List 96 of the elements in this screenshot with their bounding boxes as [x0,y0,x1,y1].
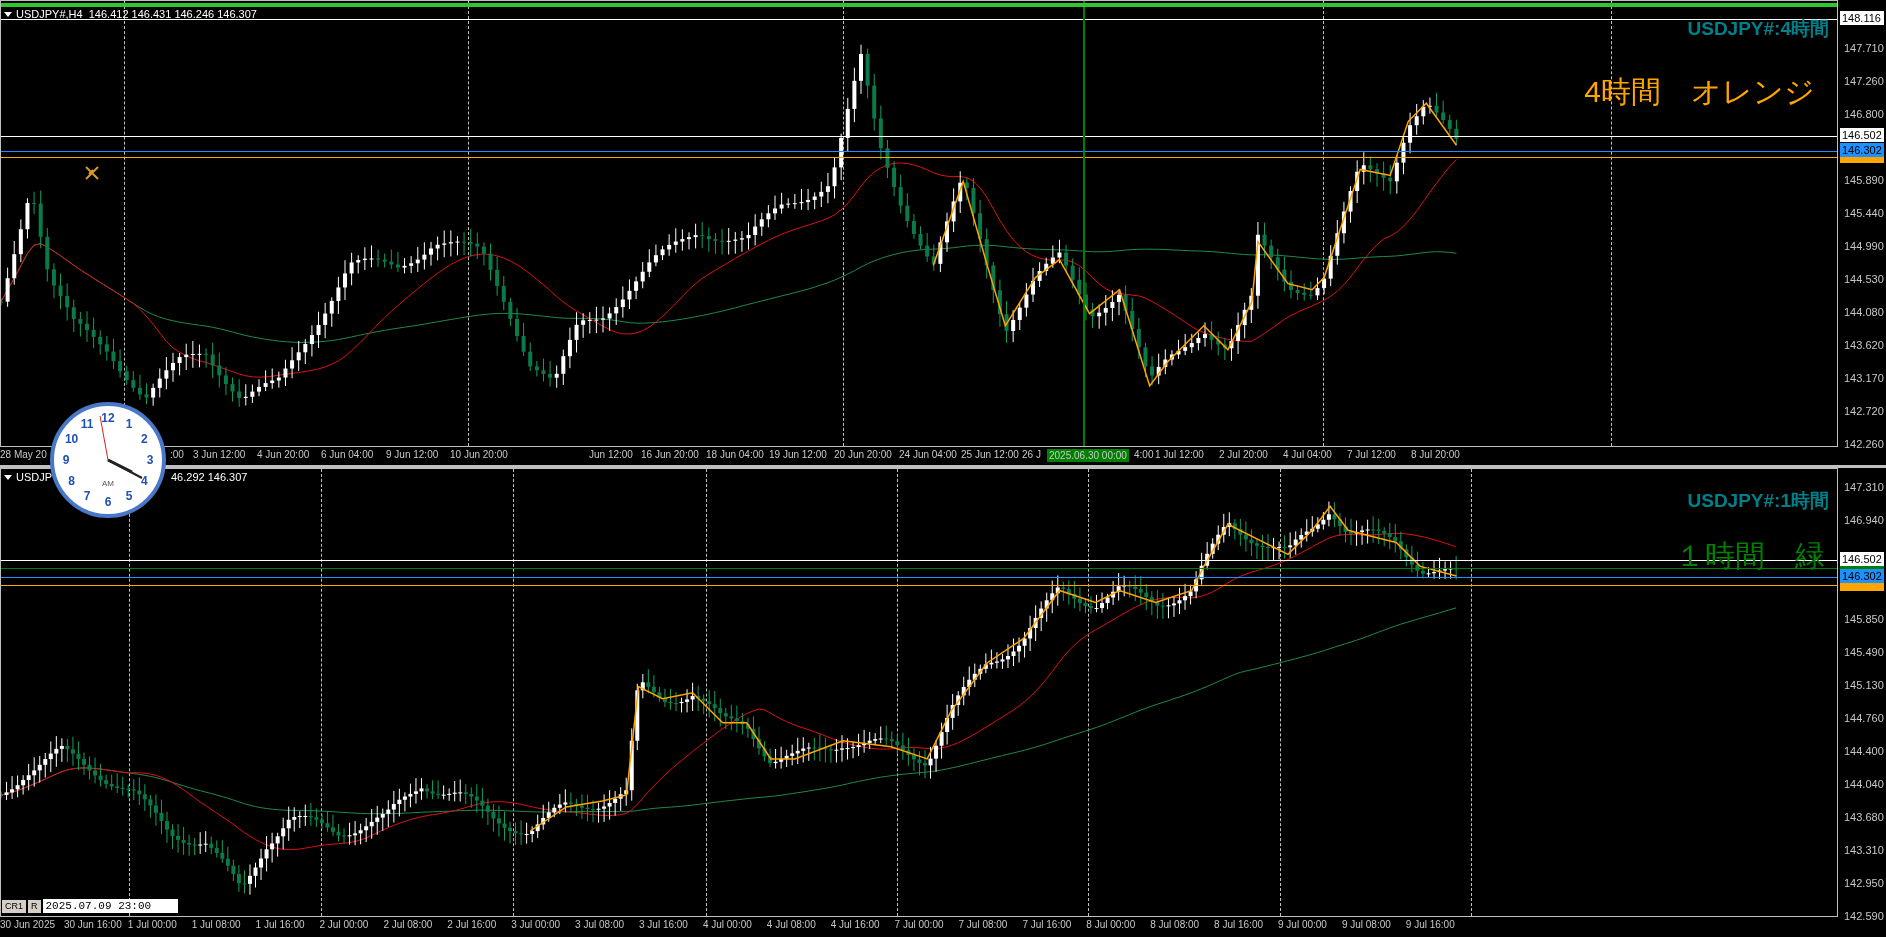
clock-number: 1 [125,416,133,431]
price-label: 147.310 [1844,481,1884,493]
price-tag: 146.502 [1840,128,1884,142]
time-label: Jun 12:00 [589,450,633,460]
clock-number: 10 [64,432,79,446]
time-label: 2 Jul 00:00 [319,920,369,930]
time-label: 7 Jul 12:00 [1347,450,1396,460]
price-label: 143.680 [1844,811,1884,823]
price-label: 146.800 [1844,108,1884,120]
time-label: 1 Jul 08:00 [191,920,241,930]
time-label: 1 Jul 12:00 [1155,450,1204,460]
clock-number: 5 [125,489,133,504]
clock-number: 8 [68,474,75,488]
cursor-time-label: 2025.06.30 00:00 [1047,449,1129,462]
clock-number: 6 [104,495,112,509]
clock-period: AM [102,479,114,488]
time-label: 30 Jun 2025 [0,920,56,930]
price-label: 144.530 [1844,273,1884,285]
price-label: 142.720 [1844,405,1884,417]
time-label: 2 Jul 20:00 [1219,450,1268,460]
time-label: 30 Jun 16:00 [63,920,122,930]
time-label: 18 Jun 04:00 [706,450,764,460]
time-label: 1 Jul 16:00 [255,920,305,930]
time-label: 9 Jul 00:00 [1278,920,1327,930]
price-label: 147.710 [1844,42,1884,54]
price-label: 142.260 [1844,438,1884,450]
time-label: 10 Jun 20:00 [450,450,508,460]
time-label: 16 Jun 20:00 [641,450,699,460]
chart-tab[interactable]: CR1 [2,899,26,913]
price-label: 142.590 [1844,910,1884,922]
price-label: 144.990 [1844,240,1884,252]
time-label: 9 Jun 12:00 [386,450,439,460]
time-label: 3 Jul 00:00 [511,920,561,930]
time-label: 1 Jul 00:00 [127,920,177,930]
time-label: 4 Jul 16:00 [830,920,880,930]
price-tag: 146.302 [1840,569,1884,583]
price-label: 142.950 [1844,877,1884,889]
time-label: 8 Jul 16:00 [1214,920,1264,930]
symbol-label: USDJPY#:1時間 [1687,489,1829,513]
price-label: 143.310 [1844,844,1884,856]
time-label: 8 Jul 20:00 [1411,450,1460,460]
time-label: 2 Jul 08:00 [383,920,433,930]
chart-header: USDJP [16,472,53,483]
clock-number: 3 [146,453,154,467]
price-label: 144.400 [1844,745,1884,757]
time-label: :00 [170,450,184,460]
time-label: 6 Jun 04:00 [321,450,374,460]
time-label: 4 Jul 04:00 [1283,450,1332,460]
time-label: 28 May 20 [0,450,47,460]
time-label: 25 Jun 12:00 [961,450,1019,460]
clock-number: 12 [101,411,115,425]
clock-number: 2 [141,432,148,446]
time-label: 4 Jul 08:00 [766,920,816,930]
price-label: 143.620 [1844,339,1884,351]
symbol-label: USDJPY#:4時間 [1687,17,1829,41]
time-label: 19 Jun 12:00 [769,450,827,460]
price-tag: 148.116 [1840,11,1884,25]
time-label: 3 Jul 08:00 [575,920,625,930]
price-label: 145.850 [1844,613,1884,625]
time-label: 2 Jul 16:00 [447,920,497,930]
price-label: 146.940 [1844,514,1884,526]
time-label: 9 Jul 16:00 [1405,920,1455,930]
time-label: 3 Jul 16:00 [639,920,688,930]
price-label: 147.260 [1844,75,1884,87]
price-label: 145.490 [1844,646,1884,658]
chart-note: 4時間 オレンジ [1584,74,1815,110]
time-label: 7 Jul 08:00 [958,920,1008,930]
chart-header: 46.292 146.307 [171,472,248,483]
time-label: 7 Jul 00:00 [894,920,944,930]
price-label: 144.040 [1844,778,1884,790]
time-label: 9 Jul 08:00 [1341,920,1391,930]
time-label: 20 Jun 20:00 [834,450,892,460]
chart-header: USDJPY#,H4 146.412 146.431 146.246 146.307 [16,9,257,20]
time-field: 2025.07.09 23:00 [42,899,178,913]
price-label: 143.170 [1844,372,1884,384]
price-tag: 146.502 [1840,552,1884,566]
time-label: 26 J [1022,450,1041,460]
price-label: 144.080 [1844,306,1884,318]
clock-number: 11 [80,416,94,431]
chart-tab[interactable]: R [28,899,41,913]
time-label: 3 Jun 12:00 [193,450,246,460]
time-label: 7 Jul 16:00 [1022,920,1072,930]
clock-number: 9 [62,453,70,467]
price-label: 144.760 [1844,712,1884,724]
time-label: 24 Jun 04:00 [899,450,957,460]
price-label: 145.130 [1844,679,1884,691]
time-label: 8 Jul 00:00 [1086,920,1136,930]
price-tag: 146.302 [1840,143,1884,157]
time-label: 4 Jun 20:00 [257,450,310,460]
clock-number: 4 [141,474,148,488]
time-label: 8 Jul 08:00 [1150,920,1200,930]
time-label: 4:00 [1134,450,1154,460]
price-label: 145.440 [1844,207,1884,219]
price-label: 145.890 [1844,174,1884,186]
time-label: 4 Jul 00:00 [702,920,752,930]
clock-number: 7 [83,489,91,504]
